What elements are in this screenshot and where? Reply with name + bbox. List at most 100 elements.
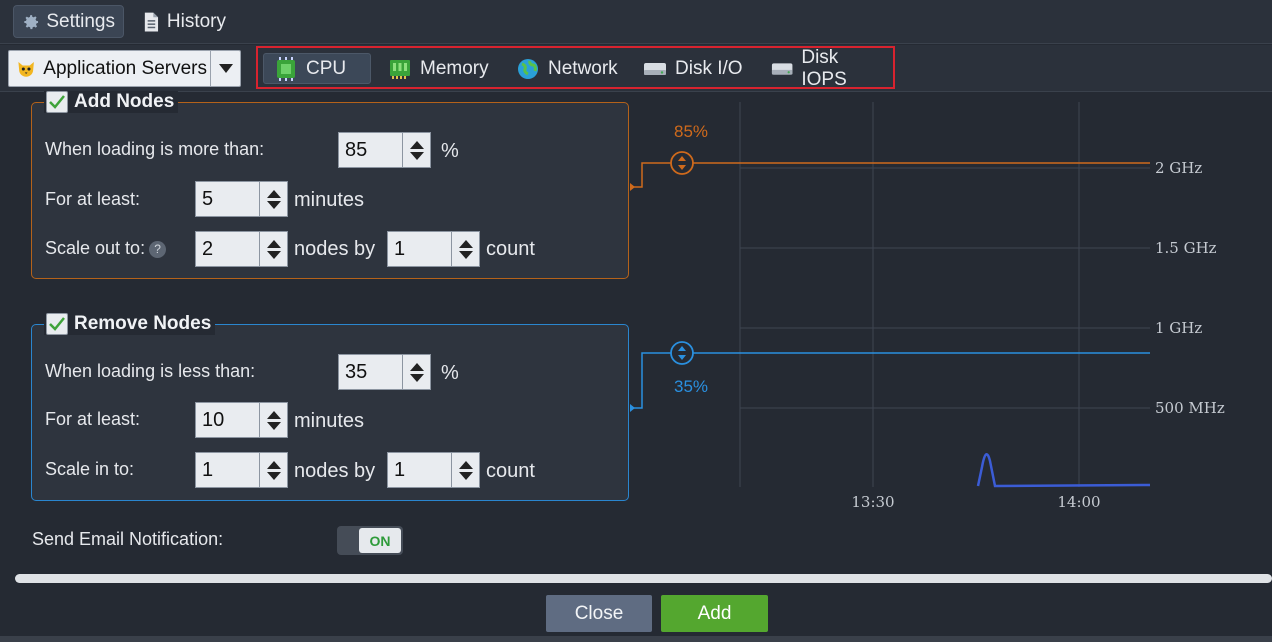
arrow-down-icon bbox=[266, 471, 281, 480]
y-tick-label: 500 MHz bbox=[1155, 399, 1225, 417]
remove-by-stepper[interactable]: 1 bbox=[387, 452, 480, 488]
arrow-up-icon bbox=[266, 410, 281, 419]
remove-percent-unit: % bbox=[441, 362, 459, 384]
disk-icon bbox=[644, 62, 666, 75]
remove-threshold-stepper[interactable]: 35 bbox=[338, 354, 431, 390]
bottom-strip bbox=[0, 636, 1272, 642]
remove-minutes-value: 10 bbox=[202, 408, 225, 431]
remove-scale-label: Scale in to: bbox=[45, 459, 135, 479]
add-nodes-by-label: nodes by bbox=[294, 238, 376, 260]
tab-cpu[interactable]: CPU bbox=[263, 53, 371, 84]
tab-cpu-label: CPU bbox=[306, 57, 347, 79]
upper-threshold-label: 85% bbox=[674, 122, 708, 141]
email-notification-label: Send Email Notification: bbox=[32, 529, 224, 549]
remove-minutes-unit: minutes bbox=[294, 410, 365, 432]
stepper-buttons[interactable] bbox=[451, 232, 479, 266]
upper-connector-arrow bbox=[630, 183, 635, 191]
check-icon bbox=[49, 317, 65, 331]
tab-history-label: History bbox=[166, 10, 226, 32]
stepper-buttons[interactable] bbox=[259, 403, 287, 437]
remove-by-value: 1 bbox=[394, 458, 406, 481]
add-minutes-value: 5 bbox=[202, 187, 214, 210]
tab-memory-label: Memory bbox=[420, 57, 489, 79]
add-nodes-header: Add Nodes bbox=[44, 91, 179, 113]
stepper-buttons[interactable] bbox=[259, 453, 287, 487]
tab-history[interactable]: History bbox=[134, 5, 234, 38]
email-notification-toggle[interactable]: ON bbox=[337, 526, 403, 555]
document-icon bbox=[144, 12, 159, 31]
add-by-stepper[interactable]: 1 bbox=[387, 231, 480, 267]
tab-memory[interactable]: Memory bbox=[378, 53, 499, 84]
upper-threshold-marker[interactable]: 85% bbox=[630, 122, 1150, 191]
arrow-up-icon bbox=[266, 239, 281, 248]
x-tick-label: 13:30 bbox=[851, 493, 894, 511]
add-when-label: When loading is more than: bbox=[45, 139, 265, 159]
stepper-buttons[interactable] bbox=[451, 453, 479, 487]
tab-disk-io-label: Disk I/O bbox=[675, 57, 743, 79]
remove-when-label: When loading is less than: bbox=[45, 361, 256, 381]
arrow-down-icon bbox=[266, 421, 281, 430]
lower-threshold-label: 35% bbox=[674, 377, 708, 396]
y-tick-label: 1.5 GHz bbox=[1155, 239, 1217, 257]
stepper-buttons[interactable] bbox=[259, 182, 287, 216]
remove-minutes-stepper[interactable]: 10 bbox=[195, 402, 288, 438]
add-scale-stepper[interactable]: 2 bbox=[195, 231, 288, 267]
tab-network[interactable]: Network bbox=[506, 53, 628, 84]
remove-nodes-title: Remove Nodes bbox=[74, 313, 212, 334]
add-nodes-panel: Add Nodes When loading is more than: 85 … bbox=[31, 91, 629, 279]
tab-disk-io[interactable]: Disk I/O bbox=[633, 53, 753, 84]
lower-threshold-handle[interactable] bbox=[670, 341, 694, 365]
remove-nodes-by-label: nodes by bbox=[294, 460, 376, 482]
remove-nodes-checkbox[interactable] bbox=[46, 313, 68, 335]
add-nodes-title: Add Nodes bbox=[74, 91, 175, 112]
layer-select-value: Application Servers bbox=[43, 57, 207, 79]
add-percent-unit: % bbox=[441, 140, 459, 162]
layer-select[interactable]: Application Servers bbox=[8, 50, 241, 87]
arrow-up-icon bbox=[266, 460, 281, 469]
gear-icon bbox=[24, 14, 39, 29]
tab-settings[interactable]: Settings bbox=[13, 5, 124, 38]
cpu-icon bbox=[277, 56, 295, 81]
memory-icon bbox=[390, 59, 410, 79]
add-by-value: 1 bbox=[394, 237, 406, 260]
cpu-series-line bbox=[976, 453, 1151, 488]
add-scale-value: 2 bbox=[202, 237, 214, 260]
arrow-up-icon bbox=[266, 189, 281, 198]
arrow-up-icon bbox=[409, 140, 424, 149]
help-icon[interactable]: ? bbox=[149, 240, 167, 258]
add-nodes-checkbox[interactable] bbox=[46, 91, 68, 113]
arrow-up-icon bbox=[458, 239, 473, 248]
stepper-buttons[interactable] bbox=[259, 232, 287, 266]
add-scale-label-text: Scale out to: bbox=[45, 238, 146, 258]
stepper-buttons[interactable] bbox=[402, 133, 430, 167]
arrow-up-icon bbox=[458, 460, 473, 469]
arrow-down-icon bbox=[409, 373, 424, 382]
add-minutes-unit: minutes bbox=[294, 189, 365, 211]
remove-for-label: For at least: bbox=[45, 409, 141, 429]
remove-scale-stepper[interactable]: 1 bbox=[195, 452, 288, 488]
close-button[interactable]: Close bbox=[546, 595, 652, 632]
tab-settings-label: Settings bbox=[46, 10, 115, 32]
arrow-down-icon bbox=[458, 250, 473, 259]
arrow-down-icon bbox=[409, 151, 424, 160]
add-minutes-stepper[interactable]: 5 bbox=[195, 181, 288, 217]
stepper-buttons[interactable] bbox=[402, 355, 430, 389]
remove-nodes-header: Remove Nodes bbox=[44, 313, 216, 335]
horizontal-scrollbar[interactable] bbox=[15, 574, 1272, 583]
remove-scale-value: 1 bbox=[202, 458, 214, 481]
arrow-down-icon bbox=[458, 471, 473, 480]
add-threshold-stepper[interactable]: 85 bbox=[338, 132, 431, 168]
arrow-up-icon bbox=[409, 362, 424, 371]
check-icon bbox=[49, 95, 65, 109]
remove-count-label: count bbox=[486, 460, 535, 482]
add-button[interactable]: Add bbox=[661, 595, 768, 632]
add-threshold-value: 85 bbox=[345, 138, 368, 161]
tab-disk-iops[interactable]: Disk IOPS bbox=[761, 47, 893, 90]
layer-dropdown-arrow[interactable] bbox=[210, 51, 240, 86]
lower-connector-arrow bbox=[630, 404, 635, 412]
arrow-down-icon bbox=[266, 250, 281, 259]
upper-threshold-handle[interactable] bbox=[670, 151, 694, 175]
globe-icon bbox=[518, 58, 538, 79]
add-count-label: count bbox=[486, 238, 535, 260]
lower-threshold-marker[interactable]: 35% bbox=[630, 341, 1150, 412]
